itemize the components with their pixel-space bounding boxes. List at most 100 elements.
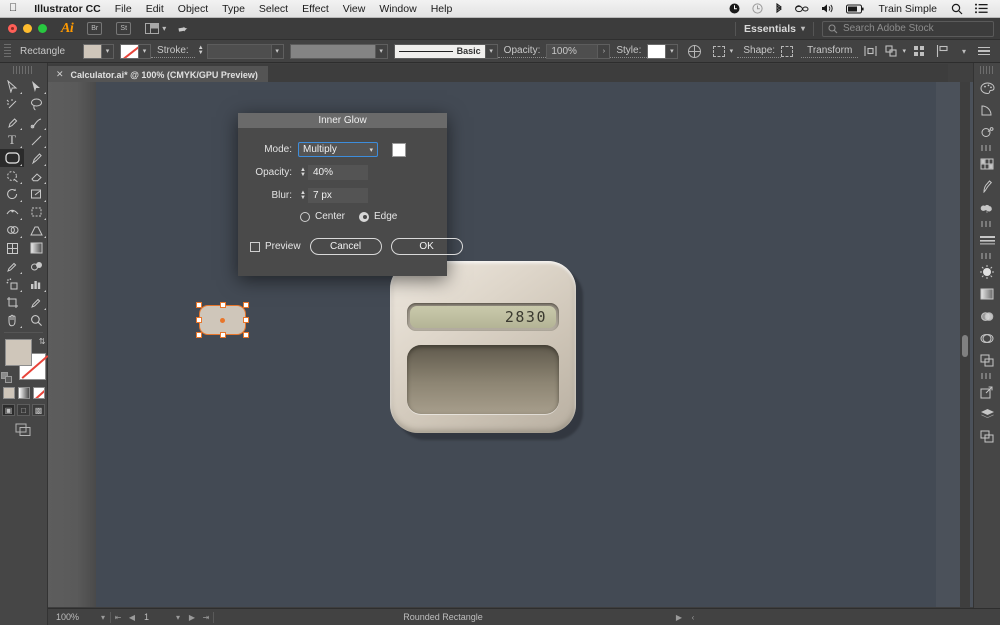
radio-center[interactable]: Center xyxy=(300,211,345,222)
arrange-chevron-icon[interactable]: ▾ xyxy=(898,44,910,59)
pathfinder-icon[interactable] xyxy=(974,327,1000,349)
symbols-icon[interactable] xyxy=(974,197,1000,219)
brush-definition-field[interactable]: Basic xyxy=(394,44,486,59)
stroke-weight-chevron-icon[interactable]: ▾ xyxy=(272,44,284,59)
draw-normal-icon[interactable]: ▣ xyxy=(2,404,15,416)
radio-edge[interactable]: Edge xyxy=(359,211,397,222)
shaper-tool[interactable] xyxy=(0,167,24,185)
stroke-profile-field[interactable] xyxy=(290,44,376,59)
stroke-swatch-chevron-icon[interactable]: ▾ xyxy=(139,44,151,59)
gradient-tool[interactable] xyxy=(24,239,48,257)
ok-button[interactable]: OK xyxy=(391,238,463,255)
selection-handle[interactable] xyxy=(243,317,249,323)
arrange-icon[interactable] xyxy=(885,45,898,57)
selection-handle[interactable] xyxy=(220,332,226,338)
previous-page-icon[interactable]: ◀ xyxy=(125,613,139,622)
direct-selection-tool[interactable] xyxy=(24,77,48,95)
select-similar-chevron-icon[interactable]: ▾ xyxy=(725,44,737,59)
document-tab[interactable]: ✕ Calculator.ai* @ 100% (CMYK/GPU Previe… xyxy=(48,66,268,84)
menu-window[interactable]: Window xyxy=(372,0,423,18)
stock-button[interactable]: St xyxy=(116,22,131,35)
list-icon[interactable] xyxy=(969,3,994,14)
rocket-icon[interactable]: ➨ xyxy=(177,21,189,37)
opacity-input[interactable]: 40% xyxy=(308,165,368,180)
scale-tool[interactable] xyxy=(24,185,48,203)
fill-color-swatch[interactable] xyxy=(83,44,102,59)
type-tool[interactable]: T xyxy=(0,131,24,149)
artboard-number-field[interactable]: 1 xyxy=(139,612,171,622)
graphic-style-swatch[interactable] xyxy=(647,44,666,59)
time-machine-icon[interactable] xyxy=(746,3,769,14)
blur-stepper[interactable]: ▲▼ xyxy=(298,188,308,203)
preview-checkbox[interactable]: Preview xyxy=(250,241,301,252)
perspective-grid-tool[interactable] xyxy=(24,221,48,239)
opacity-chevron-icon[interactable]: › xyxy=(598,44,610,59)
align-panel-icon[interactable] xyxy=(936,45,950,57)
selection-tool[interactable] xyxy=(0,77,24,95)
fill-indicator[interactable] xyxy=(5,339,32,366)
apple-icon[interactable]:  xyxy=(0,3,27,14)
arrange-documents-icon[interactable]: ▾ xyxy=(145,23,166,34)
stroke-profile-chevron-icon[interactable]: ▾ xyxy=(376,44,388,59)
selection-handle[interactable] xyxy=(196,317,202,323)
tools-panel-grip[interactable] xyxy=(13,66,34,74)
control-bar-grip[interactable] xyxy=(4,44,11,59)
mesh-tool[interactable] xyxy=(0,239,24,257)
screen-mode-icon[interactable] xyxy=(0,423,47,437)
align-panel-icon[interactable] xyxy=(974,349,1000,371)
last-page-icon[interactable]: ⇥ xyxy=(199,613,213,622)
gradient-icon[interactable] xyxy=(18,387,30,399)
volume-icon[interactable] xyxy=(815,3,840,14)
artboards-icon[interactable] xyxy=(974,425,1000,447)
layers-icon[interactable] xyxy=(974,403,1000,425)
curvature-tool[interactable] xyxy=(24,113,48,131)
eyedropper-tool[interactable] xyxy=(0,257,24,275)
menu-type[interactable]: Type xyxy=(215,0,252,18)
magic-wand-tool[interactable] xyxy=(0,95,24,113)
eyeglass-icon[interactable] xyxy=(789,4,815,13)
appearance-icon[interactable] xyxy=(974,121,1000,143)
status-menu-icon[interactable]: ▶ xyxy=(672,613,686,622)
opacity-field[interactable]: 100% xyxy=(546,44,598,59)
bridge-button[interactable]: Br xyxy=(87,22,102,35)
swatches-icon[interactable] xyxy=(974,153,1000,175)
stock-search-input[interactable]: Search Adobe Stock xyxy=(822,21,994,37)
battery-icon[interactable] xyxy=(840,4,870,14)
close-icon[interactable]: ✕ xyxy=(56,69,64,80)
distribute-icon[interactable] xyxy=(914,46,924,56)
next-page-icon[interactable]: ▶ xyxy=(185,613,199,622)
align-icon[interactable] xyxy=(864,45,877,57)
opacity-stepper[interactable]: ▲▼ xyxy=(298,165,308,180)
brushes-icon[interactable] xyxy=(974,175,1000,197)
workspace-switcher[interactable]: Essentials ▾ xyxy=(736,23,813,35)
artboard-tool[interactable] xyxy=(0,293,24,311)
stroke-weight-stepper[interactable]: ▲▼ xyxy=(195,46,207,56)
zoom-chevron-icon[interactable]: ▾ xyxy=(96,613,110,622)
transform-panel-icon[interactable] xyxy=(974,381,1000,403)
selection-handle[interactable] xyxy=(220,302,226,308)
first-page-icon[interactable]: ⇤ xyxy=(111,613,125,622)
paintbrush-tool[interactable] xyxy=(24,149,48,167)
glow-color-swatch[interactable] xyxy=(392,143,406,157)
width-tool[interactable] xyxy=(0,203,24,221)
pen-tool[interactable] xyxy=(0,113,24,131)
none-icon[interactable] xyxy=(33,387,45,399)
cancel-button[interactable]: Cancel xyxy=(310,238,382,255)
menubar-user-name[interactable]: Train Simple xyxy=(870,3,945,15)
bluetooth-icon[interactable] xyxy=(769,3,789,15)
symbol-sprayer-tool[interactable] xyxy=(0,275,24,293)
column-graph-tool[interactable] xyxy=(24,275,48,293)
gradient-panel-icon[interactable] xyxy=(974,261,1000,283)
transform-label[interactable]: Transform xyxy=(801,45,858,58)
blur-input[interactable]: 7 px xyxy=(308,188,368,203)
blend-tool[interactable] xyxy=(24,257,48,275)
menu-effect[interactable]: Effect xyxy=(295,0,336,18)
zoom-window-button[interactable] xyxy=(38,24,47,33)
selected-rounded-rectangle[interactable] xyxy=(199,305,246,335)
menu-app-name[interactable]: Illustrator CC xyxy=(27,0,108,18)
dock-grip[interactable] xyxy=(980,66,994,74)
calculator-artwork[interactable]: 2830 xyxy=(390,261,576,433)
color-guide-icon[interactable] xyxy=(974,99,1000,121)
close-window-button[interactable] xyxy=(8,24,17,33)
menu-object[interactable]: Object xyxy=(171,0,215,18)
